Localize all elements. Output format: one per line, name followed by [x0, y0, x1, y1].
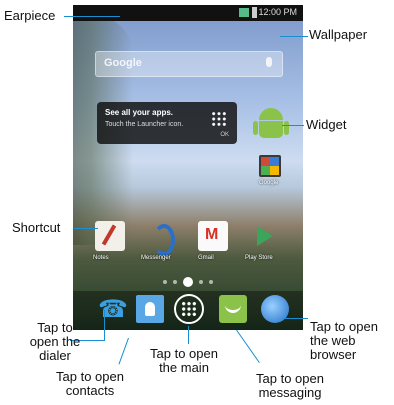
earpiece-line	[64, 16, 120, 17]
widget-callout: Widget	[306, 117, 347, 132]
wallpaper-callout: Wallpaper	[309, 27, 368, 42]
page-indicator	[161, 277, 221, 287]
shortcut-label-4: Play Store	[245, 255, 273, 261]
launcher-grid-icon	[211, 111, 227, 127]
microphone-icon[interactable]	[266, 57, 272, 67]
signal-icon	[239, 8, 249, 17]
messaging-callout: Tap to open messaging	[256, 371, 324, 400]
contacts-line	[118, 337, 129, 365]
main-menu-callout: Tap to open the main	[150, 346, 218, 375]
shortcut-label-3: Gmail	[198, 255, 214, 261]
notes-shortcut-icon[interactable]	[95, 221, 125, 251]
browser-callout: Tap to open the web browser	[310, 319, 378, 362]
shortcut-callout: Shortcut	[12, 220, 61, 235]
dialer-line-v	[104, 310, 105, 340]
battery-icon	[252, 7, 257, 18]
google-folder-icon[interactable]	[259, 155, 281, 177]
browser-line	[284, 318, 308, 319]
dock	[73, 291, 303, 330]
phone-icon[interactable]	[95, 295, 128, 323]
status-bar: 12:00 PM	[73, 5, 303, 21]
widget-line	[282, 125, 304, 126]
google-logo: Google	[104, 57, 142, 69]
shortcut-label-1: Notes	[93, 255, 109, 261]
messaging-icon[interactable]	[219, 295, 247, 323]
shortcut-line	[74, 228, 98, 229]
shortcut-label-2: Messenger	[141, 255, 171, 261]
wallpaper-line	[280, 36, 308, 37]
messaging-line	[236, 329, 260, 364]
contacts-icon[interactable]	[136, 295, 164, 323]
status-time: 12:00 PM	[258, 7, 297, 17]
launcher-tip: See all your apps. Touch the Launcher ic…	[97, 102, 237, 144]
folder-label: Google	[259, 180, 279, 186]
apps-launcher-icon[interactable]	[174, 294, 204, 324]
contacts-callout: Tap to open contacts	[56, 369, 124, 398]
dialer-callout: Tap to open the dialer	[29, 321, 81, 362]
messenger-shortcut-icon[interactable]	[147, 221, 177, 256]
home-screen: 12:00 PM Google See all your apps. Touch…	[73, 5, 303, 330]
google-search-bar[interactable]: Google	[95, 51, 283, 77]
earpiece-callout: Earpiece	[4, 8, 56, 23]
tip-dismiss[interactable]: OK	[220, 132, 229, 138]
gmail-shortcut-icon[interactable]	[198, 221, 228, 251]
main-line	[188, 326, 189, 344]
play-store-shortcut-icon[interactable]	[249, 221, 279, 251]
tip-title: See all your apps.	[105, 108, 174, 117]
tip-body: Touch the Launcher icon.	[105, 121, 184, 128]
